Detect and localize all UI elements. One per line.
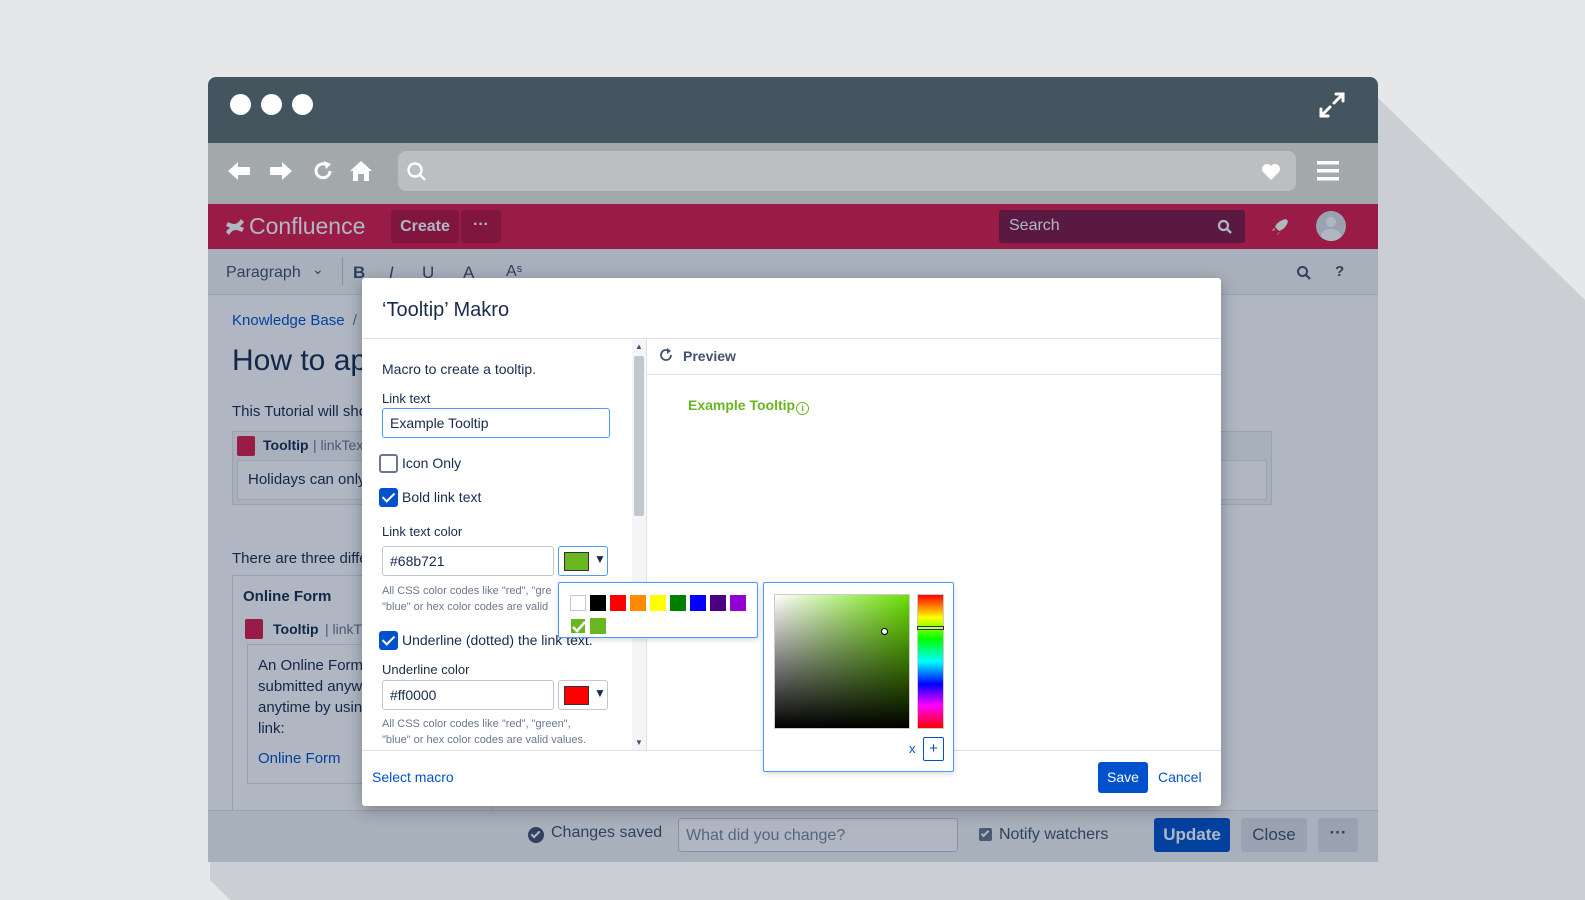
help-line: "blue" or hex color codes are valid xyxy=(382,601,549,613)
swatch-selected[interactable] xyxy=(570,618,586,634)
swatch[interactable] xyxy=(590,618,606,634)
swatch[interactable] xyxy=(630,595,646,611)
swatch[interactable] xyxy=(610,595,626,611)
window-dot[interactable] xyxy=(261,94,282,115)
address-bar[interactable] xyxy=(398,151,1296,191)
info-icon: i xyxy=(796,402,810,415)
link-color-dropdown[interactable]: ▼ xyxy=(558,546,608,576)
swatch[interactable] xyxy=(730,595,746,611)
underline-color-dropdown[interactable]: ▼ xyxy=(558,680,608,710)
preview-tooltip-link[interactable]: Example Tooltip i xyxy=(688,397,810,415)
preview-heading: Preview xyxy=(683,348,736,364)
picker-add-button[interactable]: + xyxy=(923,737,944,761)
select-macro-link[interactable]: Select macro xyxy=(372,769,454,785)
scrollbar[interactable]: ▲ ▼ xyxy=(632,340,646,750)
home-icon[interactable] xyxy=(348,158,374,184)
divider xyxy=(646,338,647,752)
saturation-handle[interactable] xyxy=(881,628,888,635)
underline-color-label: Underline color xyxy=(382,662,470,677)
hue-handle[interactable] xyxy=(917,626,944,630)
macro-description: Macro to create a tooltip. xyxy=(382,361,537,377)
favorite-heart-icon[interactable] xyxy=(1261,163,1281,181)
swatch[interactable] xyxy=(590,595,606,611)
scrollbar-thumb[interactable] xyxy=(634,356,644,516)
cancel-link[interactable]: Cancel xyxy=(1158,769,1202,785)
icon-only-label: Icon Only xyxy=(402,455,462,471)
back-arrow-icon[interactable] xyxy=(226,159,252,183)
link-text-label: Link text xyxy=(382,391,431,406)
picker-close-button[interactable]: x xyxy=(909,741,916,756)
swatch[interactable] xyxy=(710,595,726,611)
swatch-palette xyxy=(558,582,758,638)
forward-arrow-icon[interactable] xyxy=(268,159,294,183)
underline-color-swatch xyxy=(564,686,589,705)
link-color-input[interactable]: #68b721 xyxy=(382,546,554,576)
caret-down-icon: ▼ xyxy=(594,686,606,700)
title-bar xyxy=(208,77,1378,143)
underline-color-input[interactable]: #ff0000 xyxy=(382,680,554,710)
swatch[interactable] xyxy=(650,595,666,611)
caret-down-icon: ▼ xyxy=(594,552,606,566)
swatch[interactable] xyxy=(670,595,686,611)
divider xyxy=(647,374,1221,375)
help-line: All CSS color codes like "red", "green", xyxy=(382,718,571,730)
color-help-text: All CSS color codes like "red", "gre "bl… xyxy=(382,583,551,615)
saturation-area[interactable] xyxy=(774,594,910,729)
icon-only-checkbox[interactable] xyxy=(379,454,398,473)
bold-link-label: Bold link text xyxy=(402,489,482,505)
swatch[interactable] xyxy=(690,595,706,611)
menu-hamburger-icon[interactable] xyxy=(1315,159,1341,183)
bold-link-checkbox[interactable] xyxy=(379,488,398,507)
color-help-text: All CSS color codes like "red", "green",… xyxy=(382,716,586,748)
dialog-title: ‘Tooltip’ Makro xyxy=(382,299,510,321)
preview-link-text: Example Tooltip xyxy=(688,397,796,413)
link-color-swatch xyxy=(564,552,589,571)
fullscreen-icon[interactable] xyxy=(1318,91,1346,119)
search-icon xyxy=(407,162,426,181)
window-dot[interactable] xyxy=(292,94,313,115)
save-button[interactable]: Save xyxy=(1098,762,1148,793)
swatch[interactable] xyxy=(570,595,586,611)
link-color-label: Link text color xyxy=(382,524,463,539)
underline-checkbox[interactable] xyxy=(379,631,398,650)
help-line: All CSS color codes like "red", "gre xyxy=(382,585,552,597)
link-text-input[interactable]: Example Tooltip xyxy=(382,408,610,438)
color-picker: x + xyxy=(763,582,954,772)
help-line: "blue" or hex color codes are valid valu… xyxy=(382,734,587,746)
divider xyxy=(362,338,1221,339)
check-icon xyxy=(572,621,586,633)
browser-toolbar xyxy=(208,143,1378,204)
refresh-icon[interactable] xyxy=(658,347,674,363)
reload-icon[interactable] xyxy=(311,159,335,183)
hue-slider[interactable] xyxy=(917,594,944,729)
window-dot[interactable] xyxy=(230,94,251,115)
